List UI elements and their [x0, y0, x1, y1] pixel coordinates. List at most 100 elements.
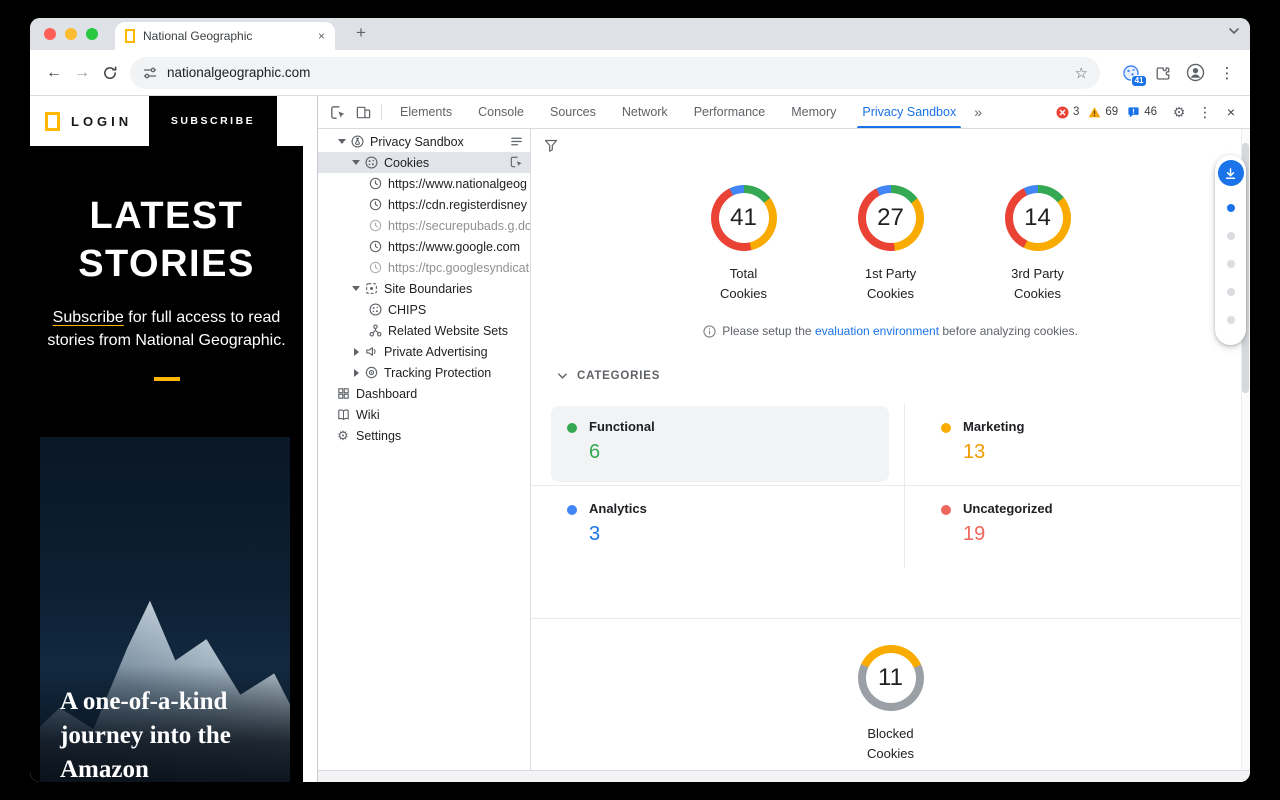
expander-icon[interactable]	[349, 156, 363, 170]
tab-sources[interactable]: Sources	[537, 96, 609, 128]
page-nav-dot[interactable]	[1227, 288, 1235, 296]
warning-badge[interactable]: 69	[1088, 106, 1118, 119]
error-badge[interactable]: 3	[1056, 106, 1079, 119]
hero-image[interactable]: A one-of-a-kind journey into the Amazon	[40, 437, 290, 782]
window-zoom-button[interactable]	[86, 28, 98, 40]
donut-label: 3rd Party Cookies	[1011, 264, 1064, 304]
tab-performance[interactable]: Performance	[681, 96, 779, 128]
uncategorized-dot-icon	[941, 505, 951, 515]
filter-funnel-icon[interactable]	[543, 137, 559, 153]
tab-privacy-sandbox[interactable]: Privacy Sandbox	[849, 96, 969, 128]
more-tabs-icon[interactable]: »	[969, 104, 987, 120]
devtools-close-icon[interactable]: ×	[1218, 99, 1244, 125]
functional-dot-icon	[567, 423, 577, 433]
cookie-icon	[367, 302, 383, 318]
page-nav-dot[interactable]	[1227, 316, 1235, 324]
issues-badge[interactable]: 46	[1127, 106, 1157, 119]
extension-badge: 41	[1131, 75, 1147, 87]
expander-icon[interactable]	[335, 135, 349, 149]
tree-item-private-advertising[interactable]: Private Advertising	[318, 341, 530, 362]
tab-elements[interactable]: Elements	[387, 96, 465, 128]
tree-item-related-website-sets[interactable]: Related Website Sets	[318, 320, 530, 341]
category-functional[interactable]: Functional 6	[551, 406, 889, 482]
devtools-menu-kebab-icon[interactable]: ⋮	[1192, 99, 1218, 125]
cookie-icon	[363, 155, 379, 171]
first-party-cookies-donut: 27 1st Party Cookies	[846, 185, 936, 304]
category-analytics[interactable]: Analytics 3	[551, 488, 889, 564]
tree-item-url-googlesyndication[interactable]: https://tpc.googlesyndicat	[318, 257, 530, 278]
categories-grid: Functional 6 Marketing 13	[531, 404, 1250, 568]
evaluation-environment-link[interactable]: evaluation environment	[815, 324, 939, 338]
tree-item-url-securepubads[interactable]: https://securepubads.g.do	[318, 215, 530, 236]
reload-button[interactable]	[96, 59, 124, 87]
new-tab-button[interactable]: +	[350, 23, 372, 43]
clock-icon	[367, 239, 383, 255]
natgeo-logo-icon[interactable]	[45, 112, 60, 131]
tree-item-privacy-sandbox[interactable]: Privacy Sandbox	[318, 131, 530, 152]
expander-icon[interactable]	[349, 282, 363, 296]
tab-console[interactable]: Console	[465, 96, 537, 128]
tree-item-url-nationalgeographic[interactable]: https://www.nationalgeog	[318, 173, 530, 194]
bookmark-star-icon[interactable]: ☆	[1075, 64, 1088, 82]
site-settings-icon[interactable]	[142, 65, 158, 81]
tree-item-settings[interactable]: ⚙ Settings	[318, 425, 530, 446]
download-report-button[interactable]	[1218, 160, 1244, 186]
category-marketing[interactable]: Marketing 13	[925, 406, 1235, 482]
tree-item-dashboard[interactable]: Dashboard	[318, 383, 530, 404]
expander-icon[interactable]	[349, 345, 363, 359]
donut-label: Total Cookies	[720, 264, 767, 304]
page-nav-dot[interactable]	[1227, 204, 1235, 212]
browser-menu-kebab-icon[interactable]: ⋮	[1214, 60, 1240, 86]
tree-item-site-boundaries[interactable]: Site Boundaries	[318, 278, 530, 299]
tab-memory[interactable]: Memory	[778, 96, 849, 128]
browser-tab[interactable]: National Geographic ×	[115, 22, 335, 50]
donut-label: 1st Party Cookies	[865, 264, 916, 304]
device-toolbar-icon[interactable]	[350, 99, 376, 125]
forward-button[interactable]: →	[68, 59, 96, 87]
tree-item-wiki[interactable]: Wiki	[318, 404, 530, 425]
clock-icon	[367, 260, 383, 276]
tree-item-url-google[interactable]: https://www.google.com	[318, 236, 530, 257]
categories-section-header[interactable]: CATEGORIES	[531, 368, 1250, 384]
expander-icon[interactable]	[349, 366, 363, 380]
extensions-puzzle-icon[interactable]	[1150, 60, 1176, 86]
page-nav-dot[interactable]	[1227, 232, 1235, 240]
blocked-cookies-donut: 11 Blocked Cookies	[846, 645, 936, 764]
tab-close-icon[interactable]: ×	[318, 29, 325, 43]
back-button[interactable]: ←	[40, 59, 68, 87]
donut-value: 41	[730, 204, 757, 232]
tree-item-url-registerdisney[interactable]: https://cdn.registerdisney	[318, 194, 530, 215]
natgeo-favicon-icon	[125, 29, 135, 43]
page-nav-dot[interactable]	[1227, 260, 1235, 268]
devtools-settings-gear-icon[interactable]: ⚙	[1166, 99, 1192, 125]
window-close-button[interactable]	[44, 28, 56, 40]
horizontal-scrollbar[interactable]	[318, 770, 1250, 782]
browser-window: National Geographic × + ← → nationalgeog…	[30, 18, 1250, 782]
gear-icon: ⚙	[335, 428, 351, 444]
tree-menu-icon[interactable]	[509, 134, 524, 149]
privacy-sandbox-main-panel: 41 Total Cookies 27	[531, 129, 1250, 770]
site-boundaries-icon	[363, 281, 379, 297]
category-uncategorized[interactable]: Uncategorized 19	[925, 488, 1235, 564]
tree-item-cookies[interactable]: Cookies	[318, 152, 530, 173]
inspect-icon[interactable]	[509, 155, 524, 170]
blocked-cookies-section: 11 Blocked Cookies	[531, 645, 1250, 764]
tree-item-tracking-protection[interactable]: Tracking Protection	[318, 362, 530, 383]
tab-title: National Geographic	[143, 29, 312, 43]
donut-value: 27	[877, 204, 904, 232]
login-link[interactable]: LOGIN	[71, 114, 132, 129]
clock-icon	[367, 197, 383, 213]
donut-ring: 11	[858, 645, 924, 711]
tab-search-chevron-icon[interactable]	[1228, 27, 1240, 35]
privacy-extension-icon[interactable]: 41	[1118, 60, 1144, 86]
toolbar-divider	[381, 104, 382, 120]
cookie-summary-donuts: 41 Total Cookies 27	[531, 185, 1250, 304]
subscribe-link[interactable]: Subscribe	[53, 309, 124, 326]
url-bar[interactable]: nationalgeographic.com ☆	[130, 57, 1100, 89]
profile-avatar-icon[interactable]	[1182, 60, 1208, 86]
window-minimize-button[interactable]	[65, 28, 77, 40]
tab-network[interactable]: Network	[609, 96, 681, 128]
subscribe-button[interactable]: SUBSCRIBE	[149, 96, 277, 146]
inspect-element-icon[interactable]	[324, 99, 350, 125]
tree-item-chips[interactable]: CHIPS	[318, 299, 530, 320]
